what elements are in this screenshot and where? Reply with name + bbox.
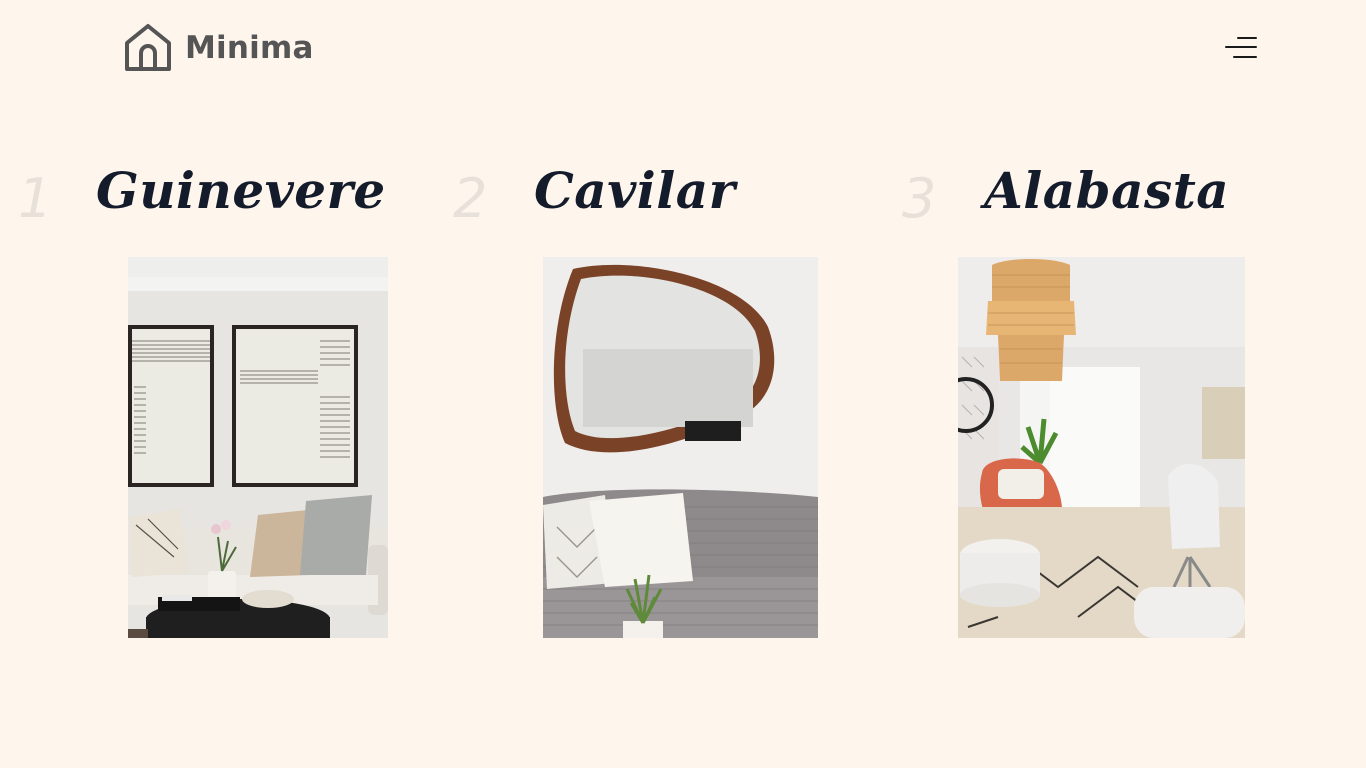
product-number: 1 xyxy=(18,167,53,230)
hamburger-line xyxy=(1233,56,1257,58)
hamburger-line xyxy=(1225,46,1257,48)
product-title[interactable]: Alabasta xyxy=(984,166,1229,216)
house-outline-icon xyxy=(125,24,171,71)
product-image-alabasta[interactable] xyxy=(958,257,1245,638)
product-image-cavilar[interactable] xyxy=(543,257,818,638)
site-header: Minima xyxy=(0,0,1366,100)
brand-name: Minima xyxy=(185,29,314,66)
product-image-guinevere[interactable] xyxy=(128,257,388,638)
product-number: 2 xyxy=(453,167,488,230)
product-title[interactable]: Cavilar xyxy=(534,166,735,216)
menu-button[interactable] xyxy=(1222,34,1260,64)
brand-logo[interactable]: Minima xyxy=(124,23,314,73)
hamburger-menu-icon xyxy=(1237,37,1257,39)
product-number: 3 xyxy=(902,167,937,230)
product-title[interactable]: Guinevere xyxy=(96,166,386,216)
